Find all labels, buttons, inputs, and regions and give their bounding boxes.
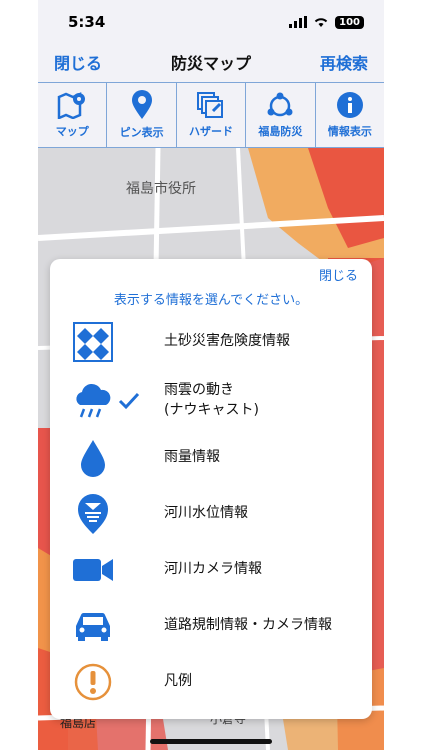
page-title: 防災マップ	[170, 54, 251, 73]
tool-fukushima-bousai[interactable]: 福島防災	[245, 83, 314, 147]
raindrop-icon	[72, 437, 114, 479]
river-level-icon	[72, 493, 114, 535]
tool-hazard-label: ハザード	[189, 125, 234, 138]
signal-icon	[289, 16, 308, 28]
option-rain-cloud-label: 雨雲の動き (ナウキャスト)	[164, 381, 259, 420]
battery-indicator: 100	[335, 15, 364, 29]
tool-info[interactable]: 情報表示	[314, 83, 384, 147]
option-river-camera[interactable]: 河川カメラ情報	[50, 545, 372, 595]
status-icons: 100	[289, 15, 364, 29]
option-river-level-label: 河川水位情報	[164, 505, 248, 522]
status-time: 5:34	[68, 13, 106, 31]
option-legend[interactable]: 凡例	[50, 657, 372, 707]
panel-close-button[interactable]: 閉じる	[319, 265, 358, 284]
nav-bar: 閉じる 防災マップ 再検索	[38, 44, 384, 80]
info-select-panel: 閉じる 表示する情報を選んでください。 土砂災害危険度情報 雨雲の動き (ナウキ…	[50, 259, 372, 719]
status-bar: 5:34 100	[38, 0, 384, 44]
tool-map-label: マップ	[55, 125, 89, 138]
checkmark-icon	[118, 392, 140, 410]
tool-info-label: 情報表示	[327, 125, 372, 138]
tool-hazard[interactable]: ハザード	[175, 83, 245, 147]
home-indicator	[150, 739, 272, 744]
hazard-icon	[197, 92, 224, 118]
tool-fukushima-label: 福島防災	[258, 125, 303, 138]
option-legend-label: 凡例	[164, 673, 192, 690]
option-rainfall-label: 雨量情報	[164, 449, 220, 466]
car-icon	[72, 605, 114, 647]
tool-map[interactable]: マップ	[38, 83, 106, 147]
toolbar: マップ ピン表示 ハザード 福島防災 情報表示	[38, 82, 384, 148]
wifi-icon	[314, 18, 328, 27]
option-river-level[interactable]: 河川水位情報	[50, 489, 372, 539]
option-river-camera-label: 河川カメラ情報	[164, 561, 262, 578]
pin-icon	[131, 90, 152, 119]
legend-icon	[72, 661, 114, 703]
option-rain-cloud-line2: (ナウキャスト)	[164, 402, 259, 418]
option-road-label: 道路規制情報・カメラ情報	[164, 617, 332, 634]
fukushima-bousai-icon	[267, 92, 293, 117]
option-landslide-label: 土砂災害危険度情報	[164, 333, 290, 350]
landmark-label: 福島市役所	[126, 181, 196, 197]
tool-pin-label: ピン表示	[119, 126, 164, 139]
option-rain-cloud-line1: 雨雲の動き	[164, 382, 234, 399]
tool-pin[interactable]: ピン表示	[106, 83, 175, 147]
map-icon	[57, 92, 86, 119]
option-landslide[interactable]: 土砂災害危険度情報	[50, 317, 372, 367]
option-rain-cloud[interactable]: 雨雲の動き (ナウキャスト)	[50, 373, 372, 429]
phone-screen: 5:34 100 閉じる 防災マップ 再検索 マップ ピン表示 ハザード 福島防…	[38, 0, 384, 750]
video-camera-icon	[72, 549, 114, 591]
info-icon	[336, 92, 363, 118]
option-rainfall[interactable]: 雨量情報	[50, 433, 372, 483]
rain-cloud-icon	[72, 380, 114, 422]
panel-title: 表示する情報を選んでください。	[113, 293, 309, 308]
close-button[interactable]: 閉じる	[54, 50, 102, 74]
research-button[interactable]: 再検索	[320, 50, 368, 74]
option-road[interactable]: 道路規制情報・カメラ情報	[50, 601, 372, 651]
landslide-icon	[72, 321, 114, 363]
